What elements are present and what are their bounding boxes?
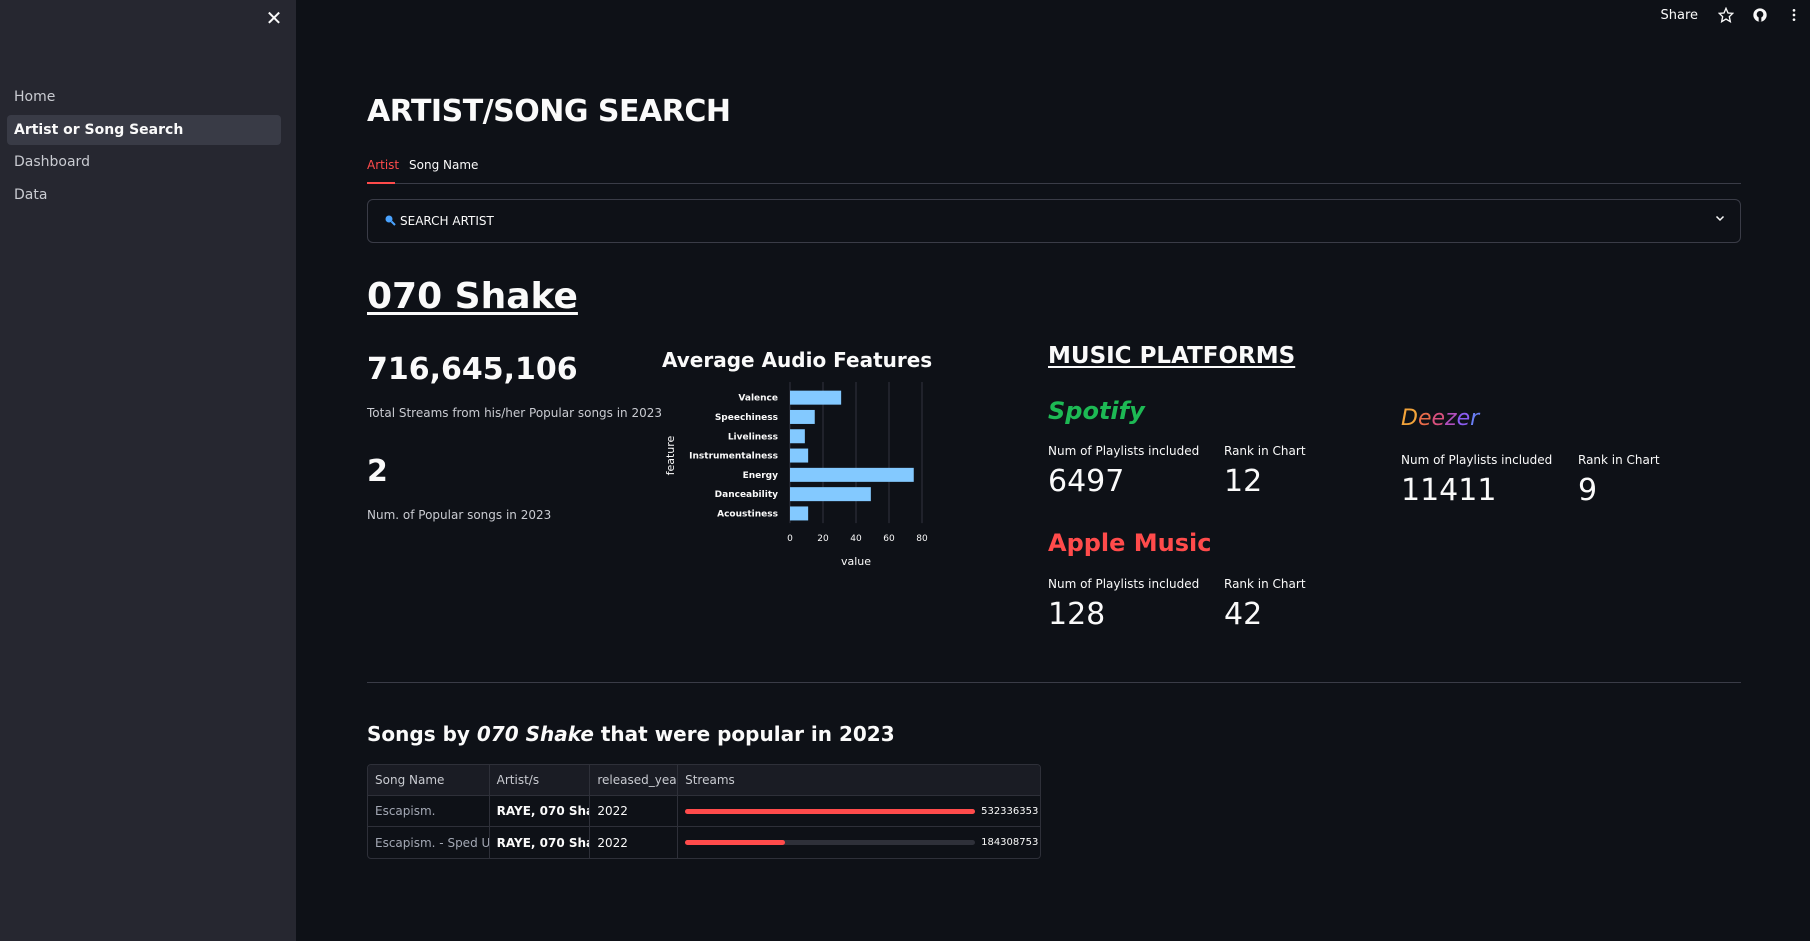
bar (790, 467, 914, 482)
column-header-artists[interactable]: Artist/s (490, 765, 591, 795)
x-axis-label: value (841, 555, 871, 568)
github-icon[interactable] (1750, 5, 1770, 25)
active-tab-indicator (367, 182, 395, 184)
share-button[interactable]: Share (1660, 8, 1698, 23)
streams-progress-bar (685, 840, 976, 845)
column-header-released-year[interactable]: released_year (590, 765, 679, 795)
streams-cell: 532336353 (678, 796, 1040, 826)
song-name-cell: Escapism. - Sped Up (368, 827, 490, 858)
x-tick-label: 20 (817, 534, 829, 544)
category-label: Valence (738, 394, 778, 404)
artist-name: 070 Shake (367, 276, 578, 317)
music-platforms-title: MUSIC PLATFORMS (1048, 343, 1296, 369)
table-row[interactable]: Escapism. - Sped Up RAYE, 070 Shake 2022… (368, 827, 1040, 858)
category-label: Energy (743, 471, 779, 481)
chevron-down-icon[interactable] (1714, 212, 1726, 228)
apple-rank-label: Rank in Chart (1224, 577, 1306, 591)
category-label: Liveliness (728, 432, 778, 442)
apple-music-logo: Apple Music (1048, 529, 1212, 557)
tab-bar: Artist Song Name (367, 154, 1741, 184)
sidebar-item-home[interactable]: Home (7, 82, 281, 112)
category-label: Instrumentalness (689, 452, 778, 462)
y-axis-label: feature (664, 435, 677, 475)
section-divider (367, 682, 1741, 683)
table-row[interactable]: Escapism. RAYE, 070 Shake 2022 532336353 (368, 796, 1040, 827)
x-tick-label: 0 (787, 534, 793, 544)
search-artist-select[interactable]: SEARCH ARTIST (367, 199, 1741, 243)
column-header-song-name[interactable]: Song Name (368, 765, 490, 795)
chart-title: Average Audio Features (662, 348, 933, 372)
apple-playlists-label: Num of Playlists included (1048, 577, 1200, 591)
total-streams-value: 716,645,106 (367, 352, 578, 387)
more-vert-icon[interactable] (1784, 5, 1804, 25)
bar (790, 448, 809, 463)
x-tick-label: 80 (916, 534, 928, 544)
bar (790, 409, 815, 424)
year-cell: 2022 (590, 827, 679, 858)
bar (790, 487, 871, 502)
streams-value: 532336353 (981, 805, 1039, 817)
streams-progress-fill (685, 840, 786, 845)
star-icon[interactable] (1716, 5, 1736, 25)
top-toolbar: Share (1660, 0, 1810, 30)
songs-title-prefix: Songs by (367, 722, 477, 746)
column-header-streams[interactable]: Streams (678, 765, 1040, 795)
song-name-cell: Escapism. (368, 796, 490, 826)
apple-playlists-value: 128 (1048, 597, 1106, 632)
table-header-row: Song Name Artist/s released_year Streams (368, 765, 1040, 796)
search-placeholder: SEARCH ARTIST (400, 214, 494, 228)
x-tick-label: 60 (883, 534, 895, 544)
x-tick-label: 40 (850, 534, 862, 544)
category-label: Danceability (715, 490, 778, 500)
artists-cell: RAYE, 070 Shake (490, 827, 591, 858)
apple-rank-value: 42 (1224, 597, 1263, 632)
songs-title-suffix: that were popular in 2023 (593, 722, 895, 746)
category-label: Speechiness (715, 413, 778, 423)
year-cell: 2022 (590, 796, 679, 826)
bar (790, 506, 809, 521)
total-streams-caption: Total Streams from his/her Popular songs… (367, 406, 663, 420)
spotify-playlists-label: Num of Playlists included (1048, 444, 1200, 458)
bar (790, 390, 842, 405)
streams-progress-bar (685, 808, 976, 814)
sidebar-item-dashboard[interactable]: Dashboard (7, 147, 281, 177)
spotify-rank-label: Rank in Chart (1224, 444, 1306, 458)
deezer-rank-value: 9 (1578, 473, 1598, 508)
songs-table[interactable]: Song Name Artist/s released_year Streams… (367, 764, 1041, 859)
tab-song-name[interactable]: Song Name (409, 158, 478, 172)
page-title: ARTIST/SONG SEARCH (367, 94, 731, 129)
streams-cell: 184308753 (678, 827, 1040, 858)
streams-progress-fill (685, 808, 976, 814)
sidebar-item-artist-song-search[interactable]: Artist or Song Search (7, 114, 281, 145)
search-icon (384, 214, 396, 229)
sidebar: ✕ Home Artist or Song Search Dashboard D… (0, 0, 296, 941)
deezer-playlists-label: Num of Playlists included (1401, 453, 1553, 467)
deezer-rank-label: Rank in Chart (1578, 453, 1660, 467)
artists-cell: RAYE, 070 Shake (490, 796, 591, 826)
category-label: Acoustiness (717, 509, 778, 519)
num-songs-caption: Num. of Popular songs in 2023 (367, 508, 552, 522)
deezer-logo: Deezer (1401, 406, 1480, 431)
num-songs-value: 2 (367, 454, 388, 489)
spotify-playlists-value: 6497 (1048, 464, 1125, 499)
close-icon[interactable]: ✕ (262, 6, 286, 30)
streams-value: 184308753 (981, 837, 1039, 848)
songs-title-artist: 070 Shake (476, 722, 594, 746)
spotify-logo: Spotify (1048, 397, 1145, 425)
sidebar-nav: Home Artist or Song Search Dashboard Dat… (7, 82, 281, 212)
bar (790, 429, 805, 444)
deezer-playlists-value: 11411 (1401, 473, 1497, 508)
tab-artist[interactable]: Artist (367, 158, 399, 172)
spotify-rank-value: 12 (1224, 464, 1263, 499)
songs-section-title: Songs by 070 Shake that were popular in … (367, 722, 895, 746)
sidebar-item-data[interactable]: Data (7, 180, 281, 210)
audio-features-chart: 0 20 40 60 80 Valence Speechiness Liveliness Ins… (664, 382, 928, 568)
